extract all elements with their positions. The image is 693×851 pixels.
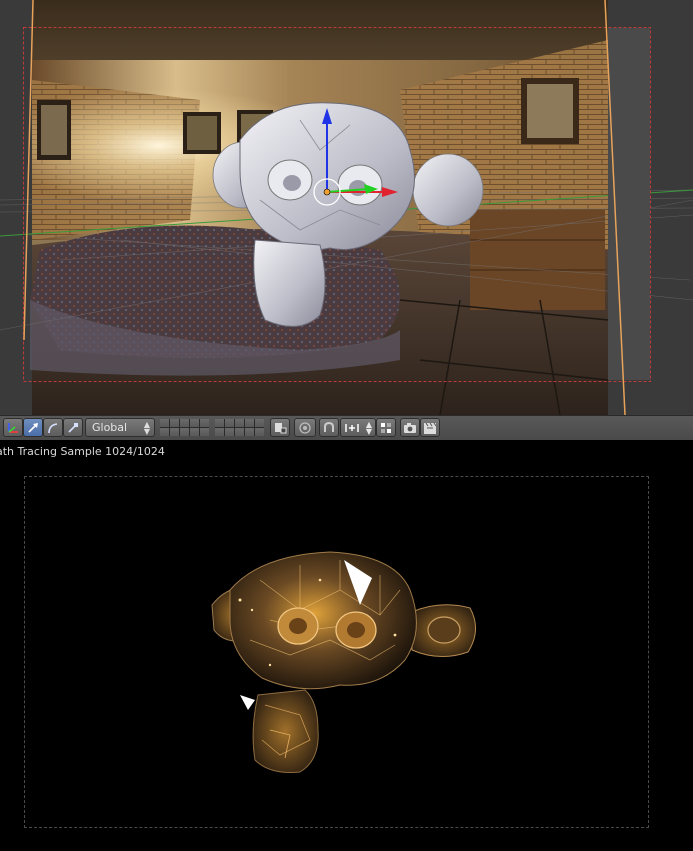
snap-target-icon [381,422,391,433]
transform-orientation-value: Global [92,421,128,434]
snap-target-button[interactable] [376,418,396,437]
manipulator-toggle-button[interactable] [3,418,23,437]
3d-viewport[interactable] [0,0,693,415]
rotate-manipulator-button[interactable] [43,418,63,437]
lock-camera-icon [275,422,287,433]
snap-element-icon [345,423,359,432]
up-down-arrows-icon: ▲ ▼ [143,420,150,436]
render-image-button[interactable] [400,418,420,437]
translate-icon [28,422,38,433]
scale-icon [68,422,78,433]
viewport-header-toolbar: Global ▲ ▼ ▲ ▼ [0,415,693,441]
render-image-icon [404,422,416,433]
proportional-edit-button[interactable] [294,418,316,437]
rotate-icon [48,422,58,433]
render-animation-icon [424,422,437,434]
snap-toggle-button[interactable] [319,418,339,437]
lock-camera-button[interactable] [270,418,290,437]
snap-icon [324,421,334,432]
manipulator-icon [8,422,18,433]
up-down-arrows-icon: ▲ ▼ [365,420,372,436]
proportional-edit-icon [299,421,311,434]
render-animation-button[interactable] [420,418,440,437]
scale-manipulator-button[interactable] [63,418,83,437]
rendered-suzanne-image [211,551,476,773]
layer-buttons-group-1[interactable] [160,419,209,436]
transform-orientation-select[interactable]: Global ▲ ▼ [85,418,155,437]
rendered-viewport[interactable]: ath Tracing Sample 1024/1024 [0,440,693,851]
translate-manipulator-button[interactable] [23,418,43,437]
snap-element-select[interactable]: ▲ ▼ [340,418,376,437]
viewport-scene[interactable] [0,0,693,415]
layer-buttons-group-2[interactable] [215,419,264,436]
